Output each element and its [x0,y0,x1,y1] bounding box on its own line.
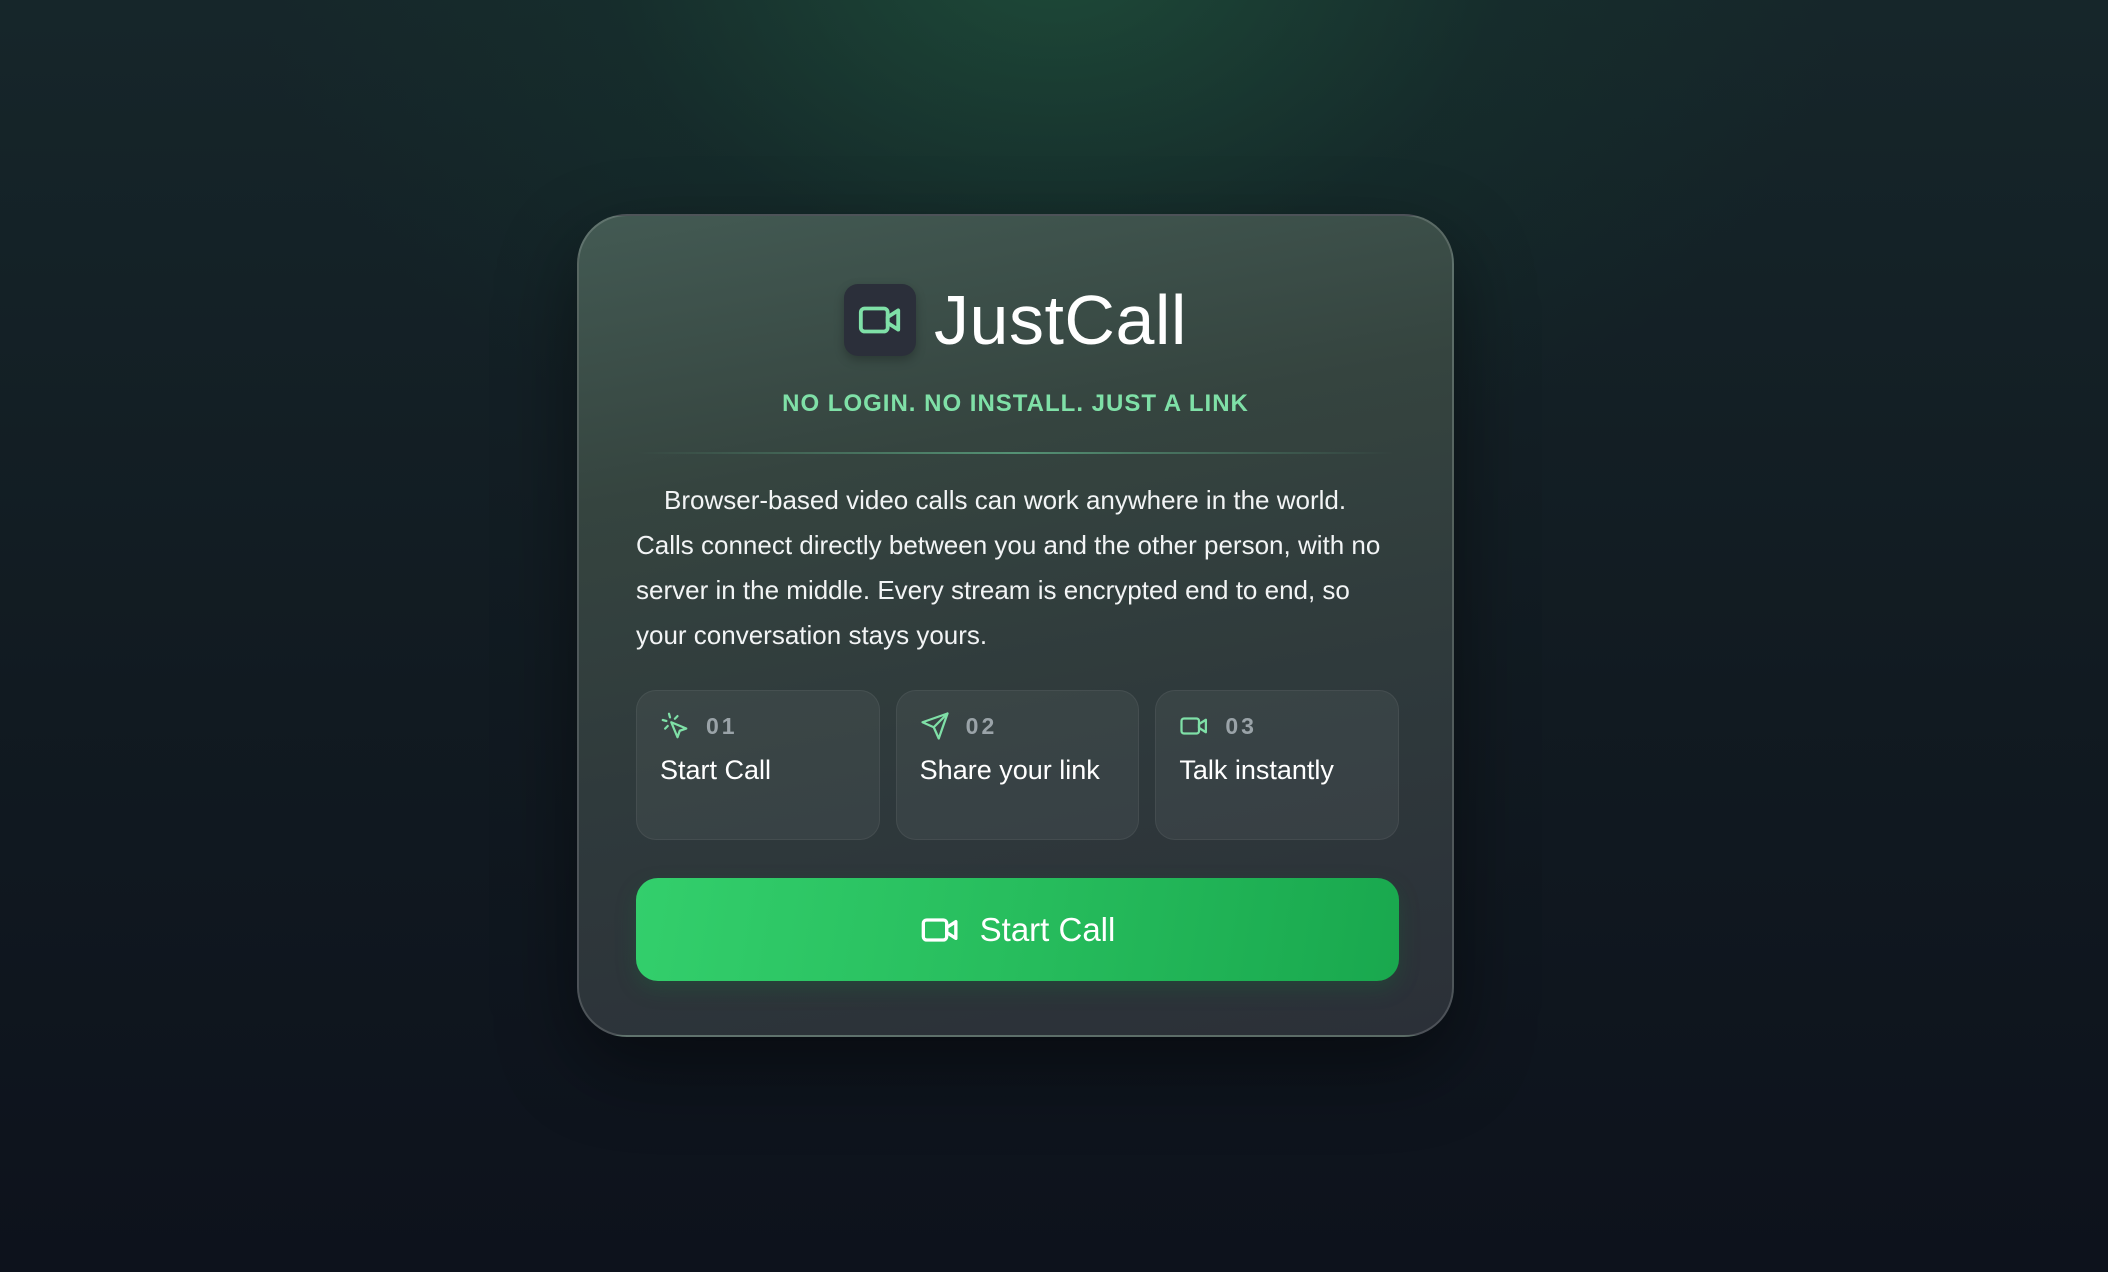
app-logo [844,284,917,356]
step-number: 02 [965,712,998,739]
step-number: 01 [706,712,738,739]
start-call-button[interactable]: Start Call [636,878,1399,981]
tagline: NO LOGIN. NO INSTALL. JUST A LINK [782,390,1249,417]
divider [637,452,1394,454]
step-card-share-link: 02 Share your link [895,690,1140,840]
send-paper-plane-icon [920,711,950,741]
click-cursor-icon [660,711,690,741]
video-camera-icon [857,297,903,343]
brand-header: JustCall [579,284,1452,356]
steps-list: 01 Start Call 02 Share your link 03 Talk… [636,690,1400,840]
step-card-talk-instantly: 03 Talk instantly [1155,690,1400,840]
step-label: Start Call [660,755,772,785]
step-number: 03 [1225,712,1257,739]
start-call-label: Start Call [979,910,1116,948]
step-label: Share your link [919,755,1100,785]
app-name: JustCall [934,281,1187,359]
main-card: JustCall NO LOGIN. NO INSTALL. JUST A LI… [577,214,1454,1037]
step-label: Talk instantly [1179,755,1334,785]
video-camera-icon [920,910,960,950]
description-text: Browser-based video calls can work anywh… [636,485,1381,650]
step-card-start-call: 01 Start Call [636,690,880,840]
video-camera-icon [1179,711,1209,741]
